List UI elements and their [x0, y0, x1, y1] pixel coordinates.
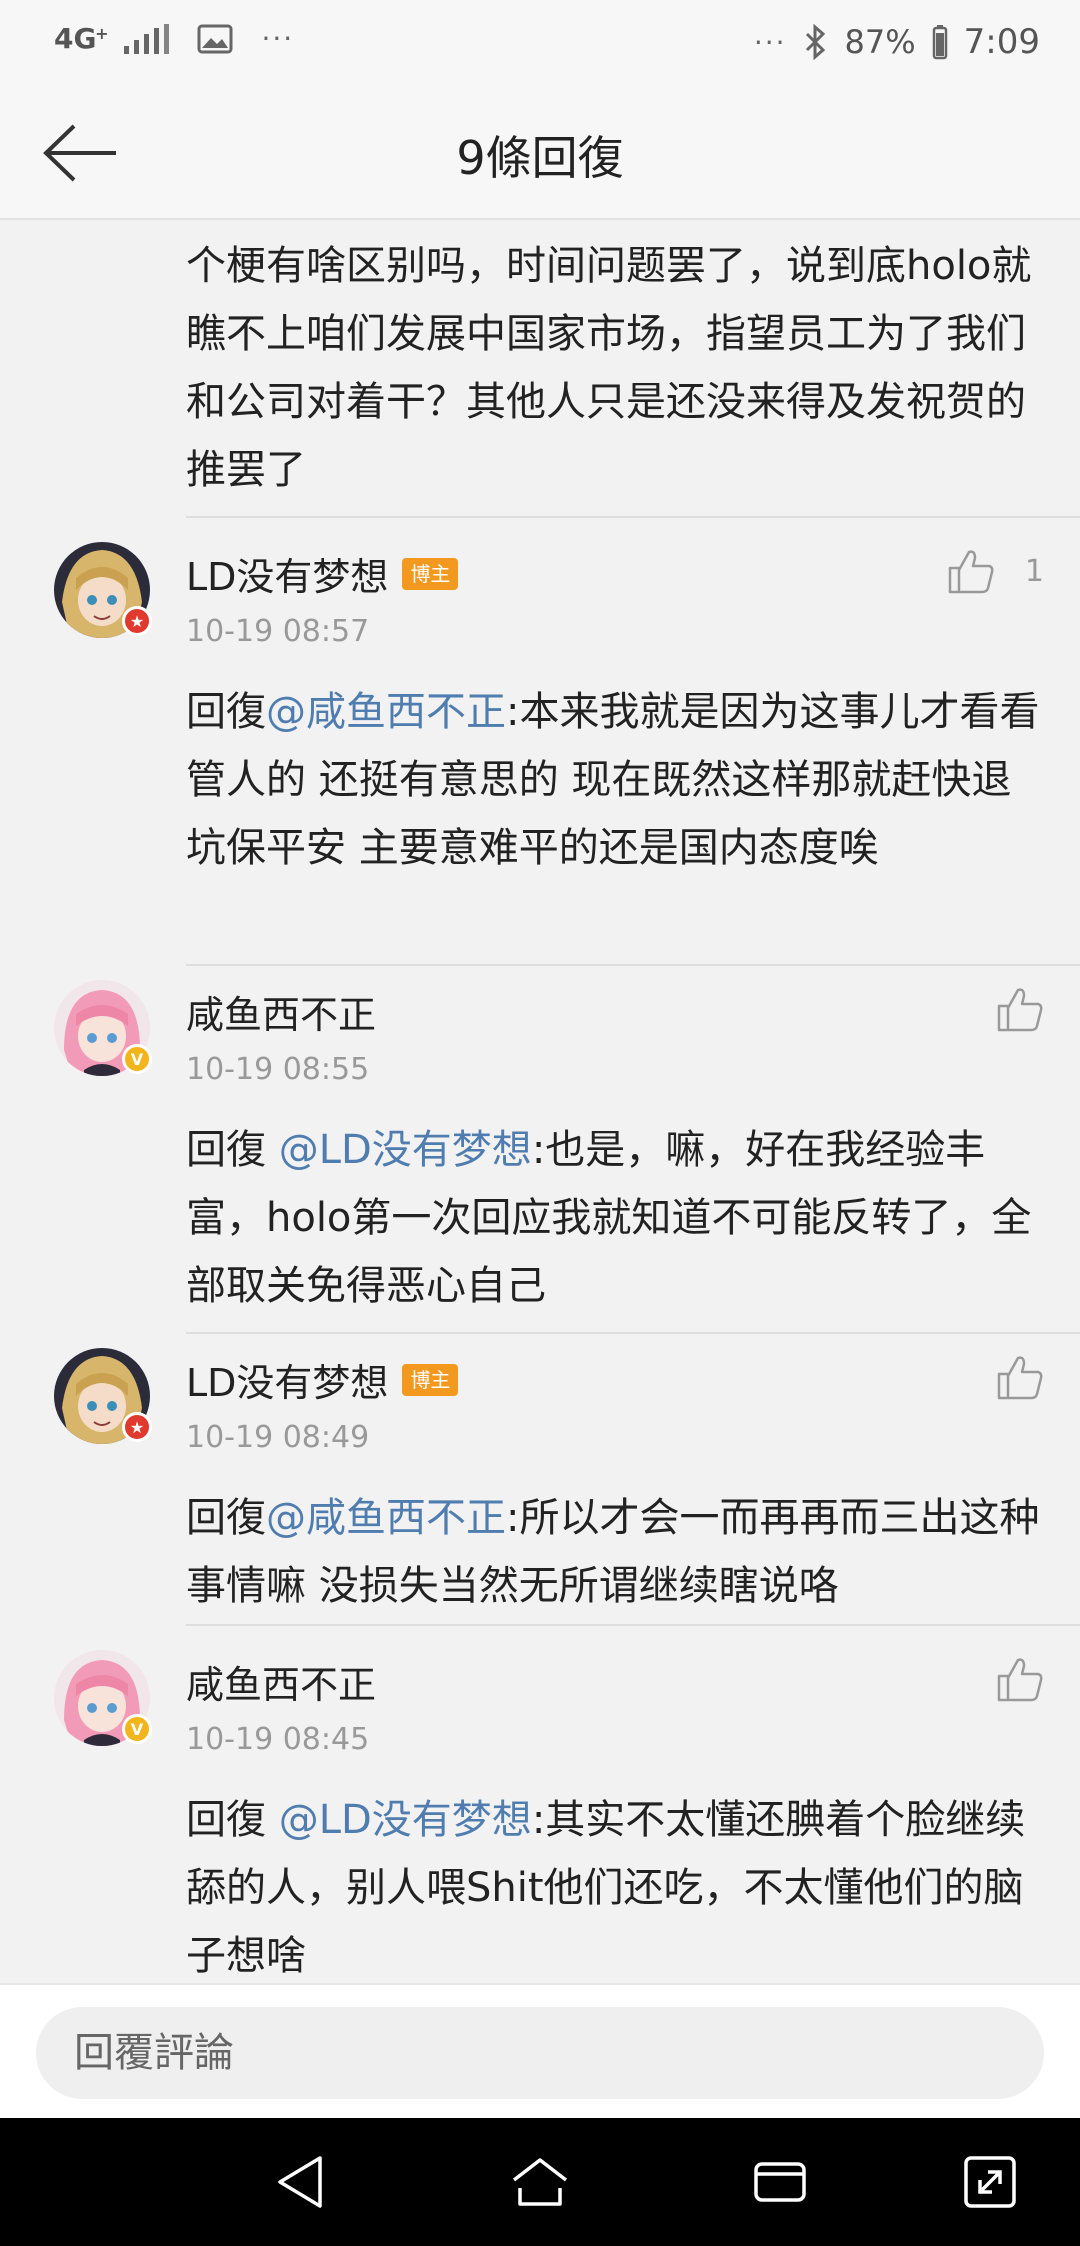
page-title: 9條回復 — [456, 131, 624, 185]
username[interactable]: LD没有梦想 — [186, 1352, 388, 1407]
thumbs-up-icon — [997, 1658, 1043, 1702]
recents-icon — [754, 2162, 806, 2202]
reply-prefix: 回復 — [186, 1127, 279, 1173]
expand-icon — [964, 2156, 1016, 2208]
battery-percent: 87% — [844, 23, 916, 61]
avatar[interactable]: ★ — [54, 1348, 152, 1444]
username[interactable]: 咸鱼西不正 — [186, 984, 376, 1039]
comment-text: 回復@咸鱼西不正:所以才会一而再再而三出这种事情嘛 没损失当然无所谓继续瞎说咯 — [186, 1484, 1046, 1620]
thumbs-up-icon — [948, 550, 994, 594]
network-sub: + — [95, 24, 109, 43]
nav-bar: 9條回復 — [0, 88, 1080, 220]
username[interactable]: 咸鱼西不正 — [186, 1654, 376, 1709]
nav-recents-button[interactable] — [748, 2152, 812, 2212]
comment-text: 回復 @LD没有梦想:也是，嘛，好在我经验丰富，holo第一次回应我就知道不可能… — [186, 1116, 1046, 1320]
partial-comment-text: 个梗有啥区别吗，时间问题罢了，说到底holo就瞧不上咱们发展中国家市场，指望员工… — [186, 243, 1032, 493]
more-right-dots: ··· — [753, 25, 787, 59]
avatar[interactable]: V — [54, 980, 152, 1076]
bluetooth-icon — [803, 24, 829, 60]
comment-text: 回復 @LD没有梦想:其实不太懂还腆着个脸继续舔的人，别人喂Shit他们还吃，不… — [186, 1786, 1046, 1983]
divider — [186, 516, 1080, 518]
divider — [186, 1332, 1080, 1334]
comment-list[interactable]: 个梗有啥区别吗，时间问题罢了，说到底holo就瞧不上咱们发展中国家市场，指望员工… — [0, 220, 1080, 1983]
author-tag: 博主 — [402, 1363, 459, 1396]
nav-expand-button[interactable] — [958, 2152, 1022, 2212]
reply-prefix: 回復 — [186, 689, 266, 735]
nav-back-button[interactable] — [270, 2152, 334, 2212]
battery-icon — [932, 24, 948, 60]
username[interactable]: LD没有梦想 — [186, 546, 388, 601]
avatar[interactable]: ★ — [54, 542, 152, 638]
mention-link[interactable]: @LD没有梦想 — [279, 1127, 532, 1173]
home-icon — [512, 2158, 568, 2206]
thumbs-up-icon — [997, 988, 1043, 1032]
comment-time: 10-19 08:49 — [186, 1420, 370, 1455]
network-type: 4G + — [54, 22, 108, 55]
mention-link[interactable]: @咸鱼西不正 — [266, 1495, 506, 1541]
reply-prefix: 回復 — [186, 1797, 279, 1843]
comment-text: 回復@咸鱼西不正:本来我就是因为这事儿才看看管人的 还挺有意思的 现在既然这样那… — [186, 678, 1046, 882]
network-label: 4G — [54, 22, 97, 55]
mention-link[interactable]: @LD没有梦想 — [279, 1797, 532, 1843]
nav-home-button[interactable] — [508, 2152, 572, 2212]
image-icon — [197, 24, 233, 54]
reply-input[interactable] — [36, 2007, 1044, 2099]
verified-badge: ★ — [122, 606, 152, 636]
verified-badge: ★ — [122, 1412, 152, 1442]
mention-link[interactable]: @咸鱼西不正 — [266, 689, 506, 735]
triangle-back-icon — [278, 2156, 322, 2208]
like-button[interactable] — [996, 986, 1044, 1032]
author-tag: 博主 — [402, 557, 459, 590]
like-button[interactable] — [996, 1354, 1044, 1400]
thumbs-up-icon — [997, 1356, 1043, 1400]
like-button[interactable] — [996, 1656, 1044, 1702]
reply-bar — [0, 1983, 1080, 2120]
divider — [186, 964, 1080, 966]
verified-badge: V — [122, 1044, 152, 1074]
comment-time: 10-19 08:57 — [186, 614, 370, 649]
avatar[interactable]: V — [54, 1650, 152, 1746]
like-button[interactable]: 1 — [947, 548, 1044, 594]
divider — [186, 1624, 1080, 1626]
more-left-dots: ··· — [261, 22, 295, 55]
clock: 7:09 — [963, 22, 1040, 62]
signal-icon — [124, 23, 170, 54]
comment-time: 10-19 08:45 — [186, 1722, 370, 1757]
status-bar: 4G + ··· ··· 87% 7:09 — [0, 0, 1080, 88]
reply-prefix: 回復 — [186, 1495, 266, 1541]
system-nav-bar — [0, 2118, 1080, 2246]
like-count: 1 — [1024, 553, 1044, 589]
comment-time: 10-19 08:55 — [186, 1052, 370, 1087]
verified-badge: V — [122, 1714, 152, 1744]
